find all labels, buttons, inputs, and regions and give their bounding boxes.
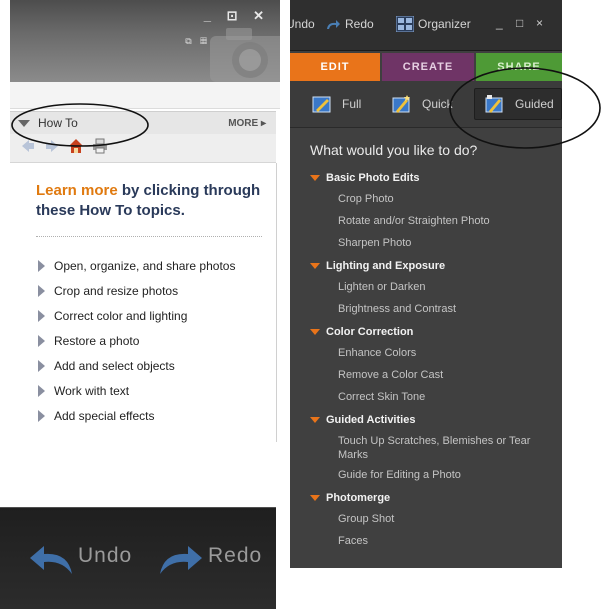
organizer-button[interactable]: Organizer	[418, 17, 471, 31]
topic-label: Work with text	[54, 384, 130, 398]
topic-link[interactable]: Restore a photo	[38, 332, 139, 350]
expand-triangle-icon	[310, 263, 320, 269]
topic-arrow-icon	[38, 360, 45, 372]
guided-item[interactable]: Correct Skin Tone	[338, 390, 548, 404]
topic-label: Add special effects	[54, 409, 155, 423]
how-to-header[interactable]: How To MORE ▸	[10, 111, 276, 135]
topic-arrow-icon	[38, 260, 45, 272]
topic-arrow-icon	[38, 385, 45, 397]
guided-item[interactable]: Faces	[338, 534, 548, 548]
redo-button[interactable]: Redo	[345, 17, 374, 31]
guided-item[interactable]: Touch Up Scratches, Blemishes or Tear Ma…	[338, 434, 548, 462]
redo-icon[interactable]	[326, 20, 340, 30]
expand-triangle-icon	[310, 495, 320, 501]
redo-icon[interactable]	[158, 544, 204, 576]
topic-link[interactable]: Correct color and lighting	[38, 307, 187, 325]
topic-arrow-icon	[38, 310, 45, 322]
guided-question: What would you like to do?	[310, 142, 478, 158]
panel-spacer	[10, 82, 280, 109]
topic-label: Open, organize, and share photos	[54, 259, 236, 273]
topic-label: Restore a photo	[54, 334, 140, 348]
how-to-toolbar	[10, 134, 276, 163]
expand-triangle-icon	[310, 175, 320, 181]
undo-redo-closeup: Undo Redo	[0, 507, 276, 609]
guided-activities-list: What would you like to do? Basic Photo E…	[290, 128, 562, 568]
edit-topbar: Undo Redo Organizer _ □ ×	[290, 0, 562, 51]
category-color-correction[interactable]: Color Correction	[310, 324, 413, 340]
topic-link[interactable]: Add and select objects	[38, 357, 175, 375]
guided-item[interactable]: Enhance Colors	[338, 346, 548, 360]
expand-triangle-icon	[310, 329, 320, 335]
guided-item[interactable]: Sharpen Photo	[338, 236, 548, 250]
full-edit-icon	[312, 96, 331, 113]
category-label: Color Correction	[326, 326, 414, 338]
how-to-panel: _ ⊡ ✕ ⧉ ▦ How To MORE ▸ Learn more by cl…	[10, 0, 280, 442]
guided-edit-button[interactable]: Guided	[474, 88, 562, 120]
minimize-button[interactable]: _	[496, 16, 503, 30]
category-label: Lighting and Exposure	[326, 260, 446, 272]
guided-item[interactable]: Remove a Color Cast	[338, 368, 548, 382]
undo-icon[interactable]	[28, 544, 74, 576]
guided-edit-label: Guided	[515, 97, 554, 111]
guided-item[interactable]: Rotate and/or Straighten Photo	[338, 214, 548, 228]
category-label: Basic Photo Edits	[326, 172, 420, 184]
quick-fix-label: Quick	[422, 97, 453, 111]
heading-accent: Learn more	[36, 182, 118, 199]
quick-fix-icon	[392, 95, 410, 113]
topic-link[interactable]: Open, organize, and share photos	[38, 257, 235, 275]
quick-fix-button[interactable]: Quick	[392, 91, 453, 117]
dotted-divider	[36, 236, 262, 237]
more-button[interactable]: MORE ▸	[228, 118, 266, 129]
redo-button-large[interactable]: Redo	[208, 544, 262, 568]
home-icon[interactable]	[68, 138, 84, 154]
back-arrow-icon[interactable]	[20, 138, 36, 154]
topic-link[interactable]: Add special effects	[38, 407, 155, 425]
how-to-header-label: How To	[38, 116, 78, 130]
camera-watermark-icon	[210, 28, 280, 82]
expand-triangle-icon	[310, 417, 320, 423]
category-guided-activities[interactable]: Guided Activities	[310, 412, 415, 428]
full-edit-label: Full	[342, 97, 362, 111]
topic-arrow-icon	[38, 410, 45, 422]
full-edit-button[interactable]: Full	[312, 91, 361, 117]
guided-edit-icon	[485, 95, 503, 113]
guided-item[interactable]: Crop Photo	[338, 192, 548, 206]
topic-arrow-icon	[38, 335, 45, 347]
category-photomerge[interactable]: Photomerge	[310, 490, 390, 506]
edit-mode-bar: Full Quick Guided	[290, 81, 562, 128]
guided-item[interactable]: Group Shot	[338, 512, 548, 526]
category-label: Guided Activities	[326, 414, 416, 426]
forward-arrow-icon[interactable]	[44, 138, 60, 154]
topic-link[interactable]: Crop and resize photos	[38, 282, 178, 300]
category-lighting-exposure[interactable]: Lighting and Exposure	[310, 258, 445, 274]
collapse-triangle-icon[interactable]	[18, 119, 30, 127]
topic-label: Add and select objects	[54, 359, 175, 373]
guided-item[interactable]: Lighten or Darken	[338, 280, 548, 294]
print-icon[interactable]	[92, 138, 108, 154]
tab-share[interactable]: SHARE	[476, 53, 562, 81]
category-label: Photomerge	[326, 492, 391, 504]
topic-link[interactable]: Work with text	[38, 382, 129, 400]
organizer-icon[interactable]	[396, 16, 414, 32]
maximize-button[interactable]: □	[516, 16, 523, 30]
topic-label: Correct color and lighting	[54, 309, 188, 323]
undo-button[interactable]: Undo	[290, 17, 315, 31]
guided-item[interactable]: Guide for Editing a Photo	[338, 468, 548, 482]
topic-label: Crop and resize photos	[54, 284, 179, 298]
how-to-titlebar: _ ⊡ ✕ ⧉ ▦	[10, 0, 280, 82]
topic-arrow-icon	[38, 285, 45, 297]
guided-item[interactable]: Brightness and Contrast	[338, 302, 548, 316]
close-button[interactable]: ×	[536, 16, 543, 30]
tab-edit[interactable]: EDIT	[290, 53, 380, 81]
how-to-heading: Learn more by clicking through these How…	[36, 181, 272, 221]
edit-panel: Undo Redo Organizer _ □ × EDIT CREATE SH…	[290, 0, 562, 568]
tab-create[interactable]: CREATE	[382, 53, 474, 81]
how-to-body: Learn more by clicking through these How…	[10, 163, 277, 442]
category-basic-photo-edits[interactable]: Basic Photo Edits	[310, 170, 420, 186]
mode-tabs: EDIT CREATE SHARE	[290, 53, 562, 81]
undo-button-large[interactable]: Undo	[78, 544, 132, 568]
